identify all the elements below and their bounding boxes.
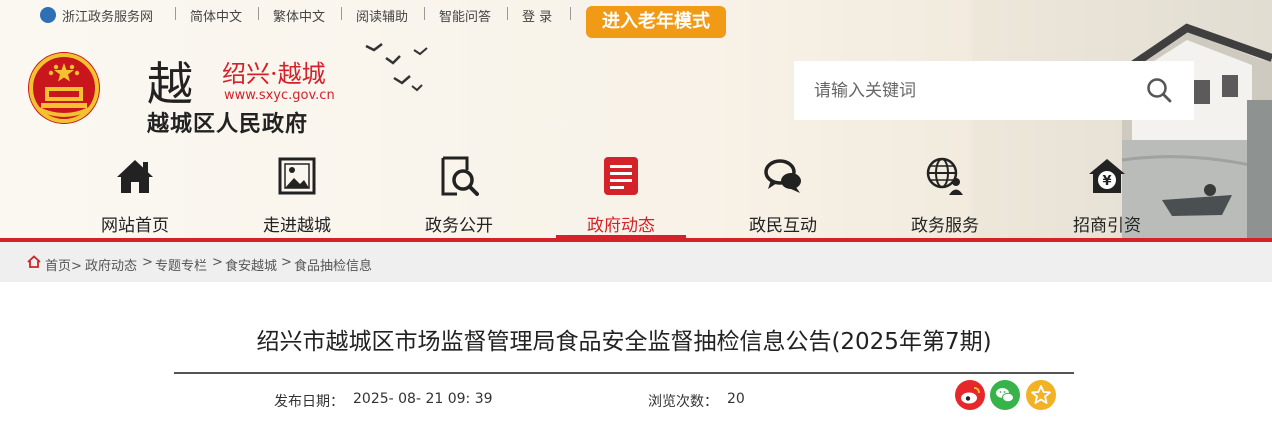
nav-item-label: 走进越城 — [263, 216, 331, 236]
news-icon — [604, 157, 638, 195]
article-title: 绍兴市越城区市场监督管理局食品安全监督抽检信息公告(2025年第7期) — [256, 329, 992, 355]
login-link[interactable]: 登 录 — [522, 6, 552, 25]
home-icon — [117, 160, 153, 193]
site-logo-mark: 越 — [147, 57, 193, 111]
site-title[interactable]: 越城区人民政府 — [147, 106, 308, 138]
site-url: www.sxyc.gov.cn — [224, 88, 335, 103]
wechat-icon[interactable] — [990, 380, 1020, 410]
breadcrumb-separator: > — [142, 255, 153, 270]
favorite-icon[interactable] — [1026, 380, 1056, 410]
national-emblem-icon — [28, 52, 100, 124]
nav-item-services[interactable]: 政务服务 — [864, 150, 1026, 238]
nav-item-label: 政务服务 — [911, 216, 979, 236]
chat-icon — [764, 159, 801, 193]
portal-link[interactable]: 浙江政务服务网 — [62, 6, 153, 25]
globe-user-icon — [926, 157, 963, 195]
search-input[interactable] — [794, 61, 1124, 120]
view-count-label: 浏览次数： — [648, 394, 718, 410]
simplified-chinese-link[interactable]: 简体中文 — [190, 6, 242, 25]
search-box — [794, 61, 1194, 120]
search-icon[interactable] — [1144, 75, 1174, 105]
svg-text:¥: ¥ — [1102, 174, 1111, 189]
nav-item-label: 政民互动 — [749, 216, 817, 236]
smart-qa-link[interactable]: 智能问答 — [439, 6, 491, 25]
breadcrumb-separator: > — [281, 255, 292, 270]
view-count: 20 — [727, 391, 745, 407]
divider — [175, 7, 176, 20]
document-search-icon — [441, 156, 479, 196]
yen-house-icon: ¥ — [1089, 159, 1125, 193]
site-header: 浙江政务服务网 简体中文 繁体中文 阅读辅助 智能问答 登 录 进入老年模式 越… — [0, 0, 1272, 240]
divider — [258, 7, 259, 20]
main-navigation: 网站首页 走进越城 政务公开 政府动态 政民互动 政务服务 ¥ 招商引资 — [54, 150, 1190, 240]
nav-item-disclosure[interactable]: 政务公开 — [378, 150, 540, 238]
birds-decoration — [365, 43, 428, 92]
divider — [570, 7, 571, 20]
picture-icon — [278, 157, 316, 195]
nav-item-label: 政府动态 — [587, 216, 655, 236]
breadcrumb-food-safety[interactable]: 食安越城 — [225, 255, 277, 274]
reading-aid-link[interactable]: 阅读辅助 — [356, 6, 408, 25]
nav-item-interaction[interactable]: 政民互动 — [702, 150, 864, 238]
breadcrumb-separator: > — [212, 255, 223, 270]
nav-item-label: 招商引资 — [1073, 216, 1141, 236]
divider — [507, 7, 508, 20]
nav-item-investment[interactable]: ¥ 招商引资 — [1026, 150, 1188, 238]
elder-mode-button[interactable]: 进入老年模式 — [586, 6, 726, 38]
divider — [341, 7, 342, 20]
nav-item-home[interactable]: 网站首页 — [54, 150, 216, 238]
breadcrumb: 首页> 政府动态 > 专题专栏 > 食安越城 > 食品抽检信息 — [0, 242, 1272, 282]
weibo-icon[interactable] — [955, 380, 985, 410]
traditional-chinese-link[interactable]: 繁体中文 — [273, 6, 325, 25]
publish-date: 2025- 08- 21 09: 39 — [353, 391, 493, 407]
nav-item-about[interactable]: 走进越城 — [216, 150, 378, 238]
divider — [424, 7, 425, 20]
publish-date-label: 发布日期： — [274, 394, 344, 410]
breadcrumb-topics[interactable]: 专题专栏 — [155, 255, 207, 274]
breadcrumb-news[interactable]: 政府动态 — [85, 255, 137, 274]
nav-item-label: 网站首页 — [101, 216, 169, 236]
breadcrumb-home[interactable]: 首页> — [45, 255, 82, 274]
site-city-name: 绍兴·越城 — [222, 60, 326, 88]
nav-item-label: 政务公开 — [425, 216, 493, 236]
zhejiang-portal-icon — [40, 7, 56, 23]
nav-item-news[interactable]: 政府动态 — [540, 150, 702, 238]
home-icon — [27, 255, 41, 268]
title-divider — [174, 372, 1074, 374]
breadcrumb-current: 食品抽检信息 — [294, 259, 373, 274]
